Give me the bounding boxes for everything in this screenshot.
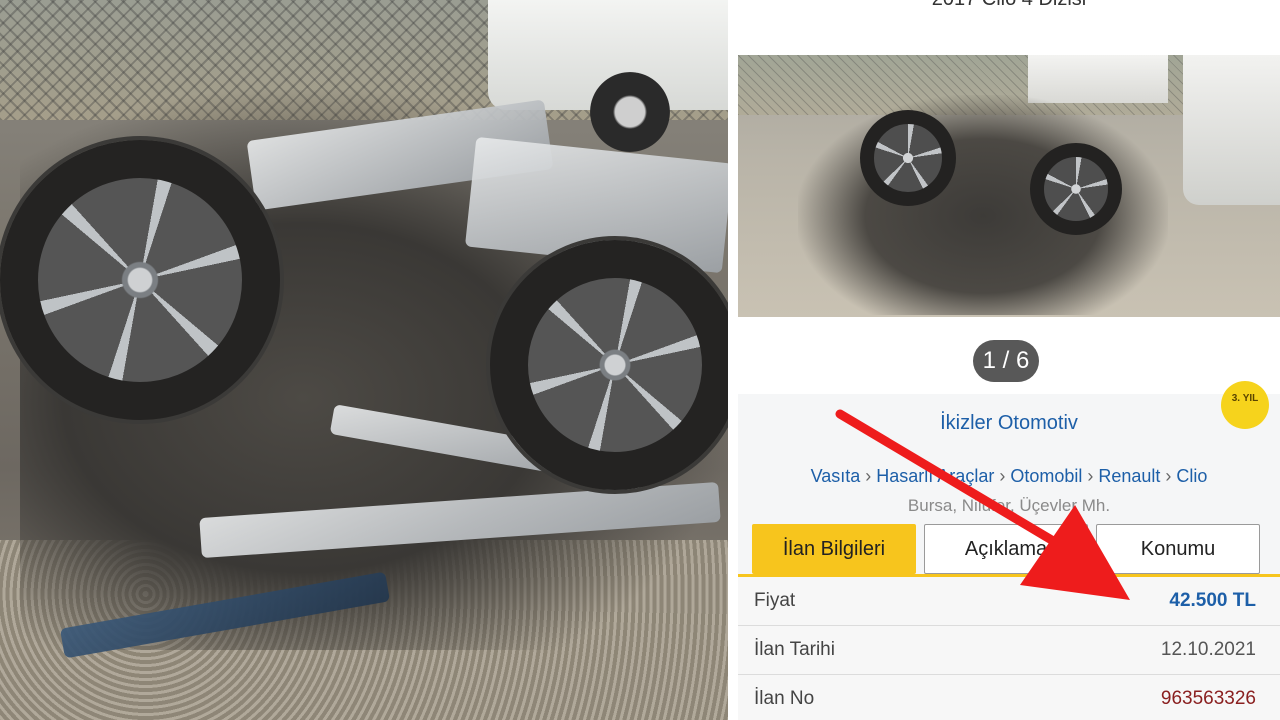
listing-title: 2017 Clio 4 Dizisi [738,0,1280,10]
tab-description[interactable]: Açıklama [924,524,1088,574]
breadcrumb: Vasıta › Hasarlı Araçlar › Otomobil › Renault ›… [738,466,1280,487]
breadcrumb-item[interactable]: Renault [1098,466,1160,486]
info-key: İlan Tarihi [754,639,835,660]
photo-pager: 1 / 6 [973,340,1039,382]
wheel [1030,143,1122,235]
listing-panel: 2017 Clio 4 Dizisi 1 / 6 3. YIL İkizler … [738,0,1280,720]
seller-name-link[interactable]: İkizler Otomotiv [738,412,1280,435]
wheel [490,240,728,490]
listing-info-table: Fiyat 42.500 TL İlan Tarihi 12.10.2021 İ… [738,577,1280,720]
price-value: 42.500 TL [1169,590,1256,611]
breadcrumb-item[interactable]: Otomobil [1010,466,1082,486]
breadcrumb-item[interactable]: Hasarlı Araçlar [876,466,994,486]
listing-tabs: İlan Bilgileri Açıklama Konumu [752,524,1260,576]
wheel [0,140,280,420]
info-row-number: İlan No 963563326 [738,675,1280,720]
breadcrumb-separator: › [1087,466,1094,486]
breadcrumb-separator: › [865,466,872,486]
tab-listing-info[interactable]: İlan Bilgileri [752,524,916,574]
white-van [1183,55,1280,205]
breadcrumb-item[interactable]: Clio [1176,466,1207,486]
info-row-price: Fiyat 42.500 TL [738,577,1280,626]
info-key: Fiyat [754,590,796,611]
breadcrumb-item[interactable]: Vasıta [811,466,861,486]
listing-number-value: 963563326 [1160,688,1256,709]
wheel [860,110,956,206]
wrecked-car-photo-large [0,0,728,720]
info-row-date: İlan Tarihi 12.10.2021 [738,626,1280,675]
tab-location[interactable]: Konumu [1096,524,1260,574]
listing-location: Bursa, Nilüfer, Üçevler Mh. [907,496,1111,515]
breadcrumb-separator: › [1165,466,1172,486]
listing-photo[interactable] [738,55,1280,317]
date-value: 12.10.2021 [1160,639,1256,660]
breadcrumb-separator: › [999,466,1006,486]
info-key: İlan No [754,688,815,709]
